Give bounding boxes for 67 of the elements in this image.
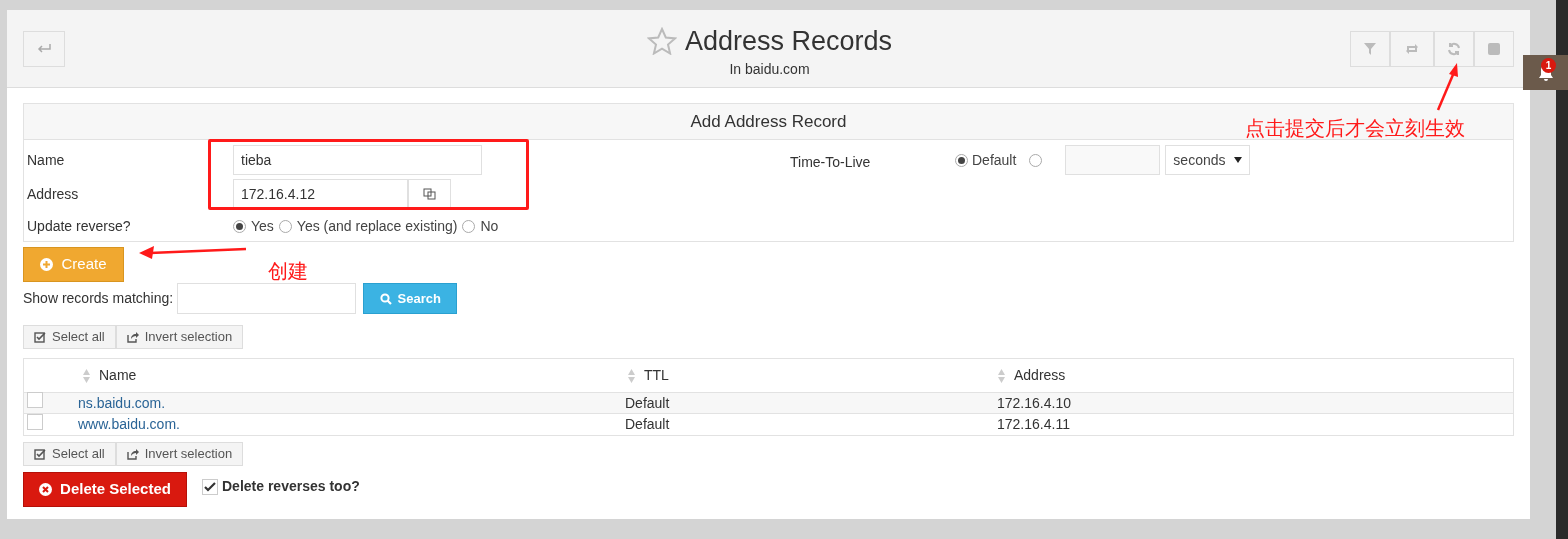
radio-label: Default bbox=[972, 150, 1017, 170]
field-label: Name bbox=[27, 150, 66, 170]
checkbox-icon bbox=[34, 448, 46, 460]
notification-bell[interactable]: 1 bbox=[1523, 55, 1568, 90]
table-cell-text: Default bbox=[625, 393, 671, 413]
table-cell-text: 172.16.4.11 bbox=[997, 415, 1070, 434]
radio-button[interactable] bbox=[1029, 153, 1043, 167]
refresh-icon bbox=[1447, 42, 1461, 56]
field-label: Address bbox=[27, 184, 80, 204]
table-cell-text: Default bbox=[625, 415, 671, 434]
select-all-button[interactable]: Select all bbox=[23, 325, 116, 349]
record-name-link[interactable]: www.baidu.com. bbox=[78, 414, 625, 435]
radio-button[interactable] bbox=[462, 219, 476, 233]
field-label: Update reverse? bbox=[27, 216, 132, 236]
radio-label: No bbox=[480, 216, 499, 236]
share-icon bbox=[126, 448, 139, 460]
share-icon bbox=[126, 331, 139, 343]
radio-label: Yes bbox=[251, 216, 274, 236]
address-field[interactable]: 172.16.4.12 bbox=[233, 179, 408, 209]
notification-badge: 1 bbox=[1541, 58, 1556, 73]
toolbar-button[interactable] bbox=[1474, 31, 1514, 67]
search-icon bbox=[379, 292, 392, 305]
toolbar-button[interactable] bbox=[1390, 31, 1434, 67]
checkbox-icon bbox=[34, 331, 46, 343]
sort-icon[interactable] bbox=[82, 367, 91, 384]
name-field[interactable]: tieba bbox=[233, 145, 482, 175]
search-label: Show records matching: bbox=[23, 289, 174, 308]
unit-dropdown[interactable]: seconds bbox=[1165, 145, 1251, 175]
checkbox[interactable] bbox=[202, 478, 218, 495]
copy-button[interactable] bbox=[408, 179, 451, 209]
page-title: Address Records bbox=[684, 25, 893, 58]
plus-circle-icon bbox=[40, 258, 54, 271]
column-header: Address bbox=[1014, 366, 1066, 385]
square-icon bbox=[1487, 42, 1501, 56]
annotation-arrow bbox=[1436, 62, 1460, 112]
search-field[interactable] bbox=[177, 283, 357, 314]
filter-icon bbox=[1363, 42, 1377, 56]
repeat-icon bbox=[1405, 42, 1419, 56]
radio-button[interactable] bbox=[278, 219, 292, 233]
toolbar-button[interactable] bbox=[1434, 31, 1474, 67]
radio-label: Yes (and replace existing) bbox=[296, 216, 458, 236]
star-icon[interactable] bbox=[646, 27, 677, 56]
delete-selected-button[interactable]: Delete Selected bbox=[23, 472, 187, 507]
close-circle-icon bbox=[39, 483, 53, 496]
return-arrow-icon bbox=[37, 44, 51, 54]
annotation-text: 创建 bbox=[268, 259, 308, 284]
table-cell-text: 172.16.4.10 bbox=[997, 393, 1071, 413]
field-label: Time-To-Live bbox=[790, 153, 872, 172]
sort-icon[interactable] bbox=[627, 367, 636, 384]
select-all-button[interactable]: Select all bbox=[23, 442, 116, 466]
caret-icon bbox=[1234, 157, 1243, 163]
ttl-field[interactable] bbox=[1065, 145, 1161, 175]
invert-selection-button[interactable]: Invert selection bbox=[115, 325, 244, 349]
checkbox[interactable] bbox=[27, 392, 43, 408]
record-name-link[interactable]: ns.baidu.com. bbox=[78, 392, 625, 414]
invert-selection-button[interactable]: Invert selection bbox=[115, 442, 244, 466]
annotation-text: 点击提交后才会立刻生效 bbox=[1245, 116, 1465, 141]
checkbox-label: Delete reverses too? bbox=[222, 477, 360, 496]
toolbar-button[interactable] bbox=[1350, 31, 1390, 67]
radio-button[interactable] bbox=[955, 153, 968, 167]
copy-icon bbox=[423, 188, 436, 200]
back-button[interactable] bbox=[23, 31, 65, 67]
column-header: TTL bbox=[644, 366, 669, 385]
page-subtitle: In baidu.com bbox=[729, 59, 810, 79]
column-header: Name bbox=[99, 366, 137, 385]
radio-button[interactable] bbox=[233, 219, 246, 233]
sort-icon[interactable] bbox=[997, 367, 1006, 384]
